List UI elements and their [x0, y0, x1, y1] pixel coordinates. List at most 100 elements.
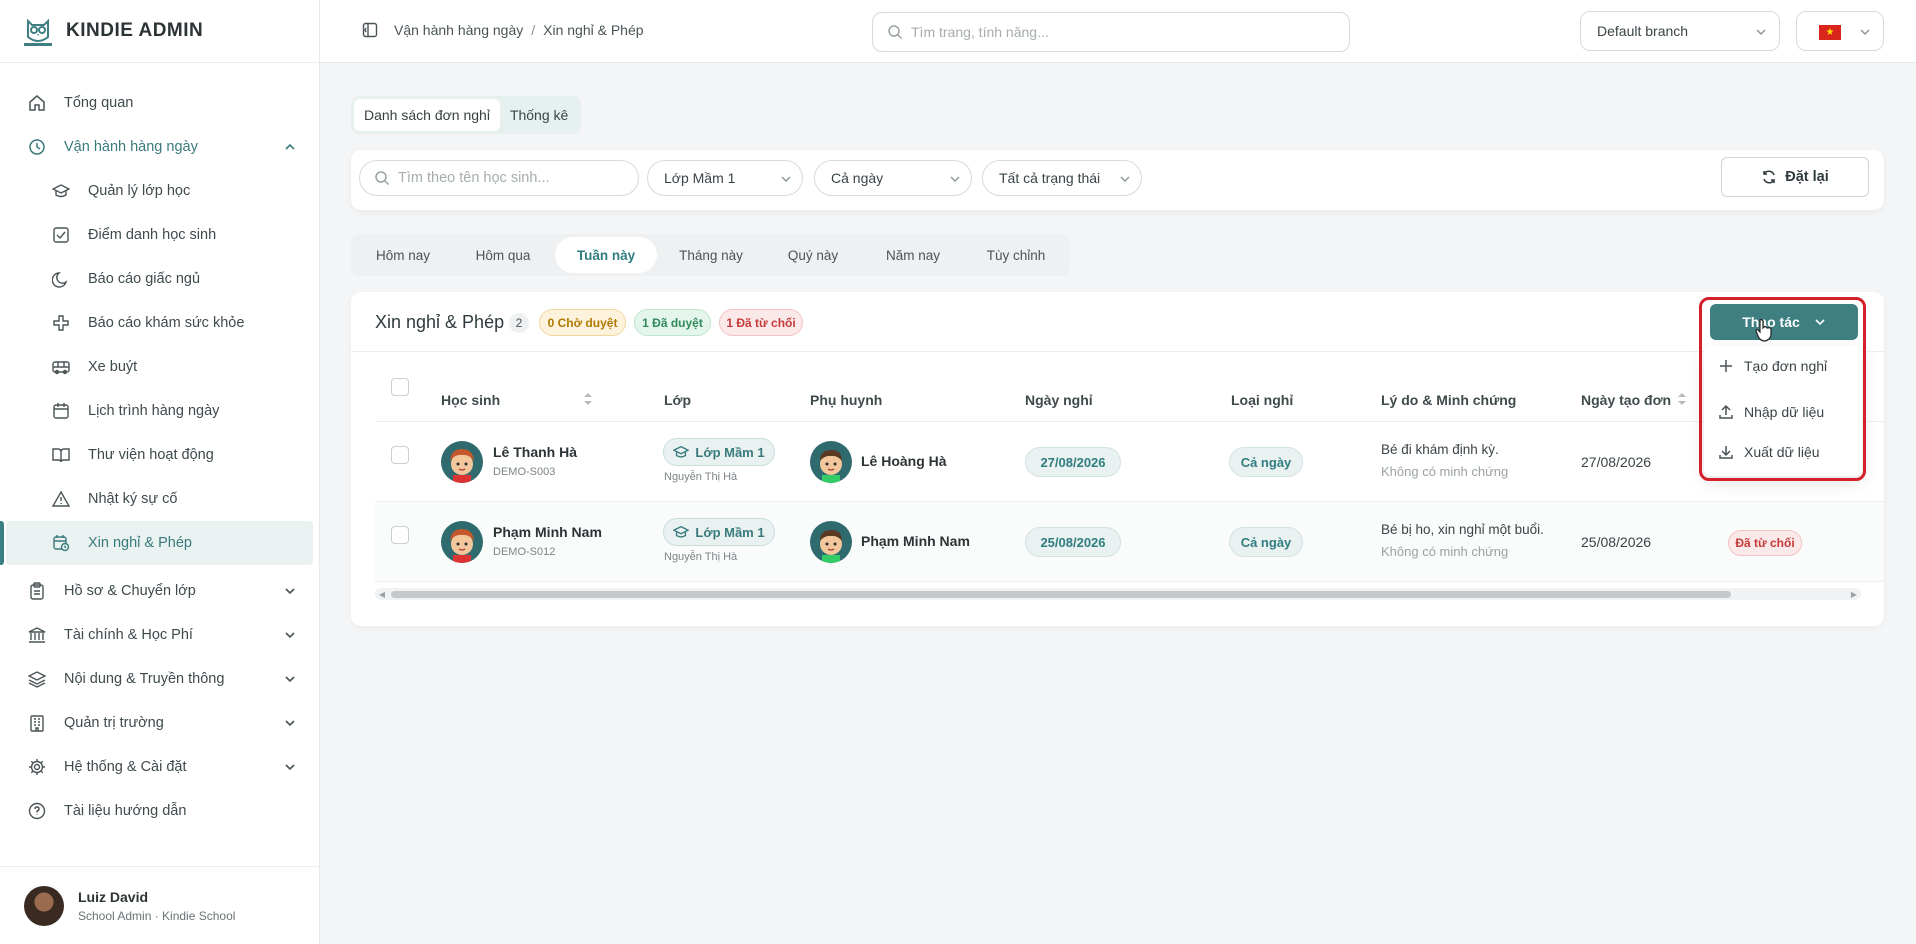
- sidebar-item-content-media[interactable]: Nội dung & Truyền thông: [0, 657, 319, 701]
- student-search-input[interactable]: Tìm theo tên học sinh...: [359, 160, 639, 196]
- sort-icon[interactable]: [583, 392, 593, 406]
- scroll-thumb[interactable]: [391, 591, 1731, 598]
- column-created-date[interactable]: Ngày tạo đơn: [1581, 392, 1671, 408]
- leave-reason: Bé bị ho, xin nghỉ một buổi.: [1381, 522, 1544, 537]
- scroll-left-icon[interactable]: ◀: [377, 588, 387, 600]
- reset-button[interactable]: Đặt lại: [1721, 157, 1869, 197]
- sidebar-item-system-settings[interactable]: Hệ thống & Cài đặt: [0, 745, 319, 789]
- sidebar-item-daily-schedule[interactable]: Lịch trình hàng ngày: [24, 389, 319, 433]
- sidebar-item-bus[interactable]: Xe buýt: [24, 345, 319, 389]
- class-filter-value: Lớp Mầm 1: [664, 170, 736, 186]
- branch-value: Default branch: [1597, 23, 1689, 39]
- sort-icon[interactable]: [1677, 392, 1687, 406]
- sidebar-item-activity-library[interactable]: Thư viện hoạt động: [24, 433, 319, 477]
- graduation-cap-icon: [673, 525, 690, 538]
- student-name[interactable]: Lê Thanh Hà: [493, 444, 577, 460]
- sidebar-item-label: Báo cáo khám sức khỏe: [88, 315, 245, 331]
- chevron-down-icon: [285, 632, 295, 639]
- student-search-placeholder: Tìm theo tên học sinh...: [398, 170, 550, 186]
- owl-logo-icon: [24, 18, 52, 46]
- child-face-icon: [450, 529, 474, 563]
- day-filter-select[interactable]: Cả ngày: [814, 160, 972, 196]
- horizontal-scrollbar[interactable]: ◀ ▶: [375, 588, 1861, 600]
- teacher-name: Nguyễn Thị Hà: [664, 551, 738, 563]
- user-role: School Admin · Kindie School: [78, 908, 236, 923]
- breadcrumb-item[interactable]: Vận hành hàng ngày: [394, 22, 523, 38]
- sidebar-item-finance-fees[interactable]: Tài chính & Học Phí: [0, 613, 319, 657]
- sidebar-item-label: Tài chính & Học Phí: [64, 627, 193, 643]
- period-this-month[interactable]: Tháng này: [661, 237, 761, 273]
- column-student[interactable]: Học sinh: [441, 392, 500, 408]
- sidebar-item-school-admin[interactable]: Quản trị trường: [0, 701, 319, 745]
- tab-statistics[interactable]: Thống kê: [500, 99, 578, 131]
- sidebar-item-health-report[interactable]: Báo cáo khám sức khỏe: [24, 301, 319, 345]
- select-all-checkbox[interactable]: [391, 378, 409, 396]
- parent-face-icon: [820, 530, 842, 563]
- chevron-down-icon: [1756, 29, 1766, 35]
- rejected-badge: 1 Đã từ chối: [719, 309, 803, 336]
- bus-icon: [52, 358, 70, 376]
- view-tabs: Danh sách đơn nghỉ Thống kê: [351, 96, 582, 134]
- graduation-cap-icon: [52, 182, 70, 200]
- leave-date-badge: 25/08/2026: [1025, 527, 1121, 557]
- status-filter-select[interactable]: Tất cả trạng thái: [982, 160, 1142, 196]
- teacher-name: Nguyễn Thị Hà: [664, 471, 738, 483]
- highlight-box: [1699, 297, 1866, 481]
- reset-label: Đặt lại: [1785, 169, 1829, 185]
- search-placeholder: Tìm trang, tính năng...: [911, 24, 1049, 40]
- sidebar-item-records-transfers[interactable]: Hồ sơ & Chuyển lớp: [0, 569, 319, 613]
- period-this-quarter[interactable]: Quý này: [765, 237, 861, 273]
- book-open-icon: [52, 446, 70, 464]
- period-this-year[interactable]: Năm nay: [865, 237, 961, 273]
- brand[interactable]: KINDIE ADMIN: [0, 0, 319, 63]
- branch-select[interactable]: Default branch: [1580, 11, 1780, 51]
- help-circle-icon: [28, 802, 46, 820]
- student-name[interactable]: Phạm Minh Nam: [493, 524, 602, 540]
- sidebar-item-class-management[interactable]: Quản lý lớp học: [24, 169, 319, 213]
- class-filter-select[interactable]: Lớp Mầm 1: [647, 160, 803, 196]
- user-profile[interactable]: Luiz David School Admin · Kindie School: [0, 866, 319, 944]
- student-avatar: [441, 521, 483, 563]
- sidebar-item-label: Quản lý lớp học: [88, 183, 191, 199]
- leave-type-badge: Cả ngày: [1229, 527, 1303, 557]
- sidebar-item-label: Báo cáo giấc ngủ: [88, 271, 201, 287]
- table-row[interactable]: Phạm Minh Nam DEMO-S012 Lớp Mầm 1 Nguyễn…: [375, 502, 1884, 582]
- total-count-badge: 2: [509, 313, 529, 333]
- chevron-up-icon: [285, 143, 295, 150]
- period-yesterday[interactable]: Hôm qua: [455, 237, 551, 273]
- home-icon: [28, 94, 46, 112]
- sidebar-item-docs[interactable]: Tài liệu hướng dẫn: [0, 789, 319, 833]
- calendar-clock-icon: [52, 534, 70, 552]
- bank-icon: [28, 626, 46, 644]
- tab-leave-list[interactable]: Danh sách đơn nghỉ: [354, 99, 500, 131]
- sidebar-item-attendance[interactable]: Điểm danh học sinh: [24, 213, 319, 257]
- row-checkbox[interactable]: [391, 446, 409, 464]
- period-this-week[interactable]: Tuần này: [555, 237, 657, 273]
- sidebar-item-overview[interactable]: Tổng quan: [0, 81, 319, 125]
- sidebar-item-label: Tài liệu hướng dẫn: [64, 803, 187, 819]
- approved-badge: 1 Đã duyệt: [634, 309, 711, 336]
- sidebar-item-label: Quản trị trường: [64, 715, 164, 731]
- user-name: Luiz David: [78, 888, 149, 905]
- chevron-down-icon: [1120, 176, 1130, 182]
- table-row[interactable]: Lê Thanh Hà DEMO-S003 Lớp Mầm 1 Nguyễn T…: [375, 422, 1884, 502]
- status-filter-value: Tất cả trạng thái: [999, 170, 1101, 186]
- sidebar-item-label: Lịch trình hàng ngày: [88, 403, 220, 419]
- sidebar-item-daily-ops[interactable]: Vận hành hàng ngày: [0, 125, 319, 169]
- chevron-down-icon: [285, 588, 295, 595]
- sidebar-item-incident-log[interactable]: Nhật ký sự cố: [24, 477, 319, 521]
- language-select[interactable]: ★: [1796, 11, 1884, 51]
- parent-face-icon: [820, 450, 842, 483]
- status-badge: Đã từ chối: [1728, 530, 1802, 556]
- sidebar-item-sleep-report[interactable]: Báo cáo giấc ngủ: [24, 257, 319, 301]
- parent-avatar: [810, 521, 852, 563]
- scroll-right-icon[interactable]: ▶: [1849, 588, 1859, 600]
- period-today[interactable]: Hôm nay: [355, 237, 451, 273]
- leave-reason: Bé đi khám định kỳ.: [1381, 442, 1499, 457]
- sidebar-item-leave-requests[interactable]: Xin nghỉ & Phép: [0, 521, 313, 565]
- row-checkbox[interactable]: [391, 526, 409, 544]
- period-custom[interactable]: Tùy chỉnh: [965, 237, 1067, 273]
- clock-icon: [28, 138, 46, 156]
- global-search-input[interactable]: Tìm trang, tính năng...: [872, 12, 1350, 52]
- sidebar-toggle-icon[interactable]: [362, 22, 378, 38]
